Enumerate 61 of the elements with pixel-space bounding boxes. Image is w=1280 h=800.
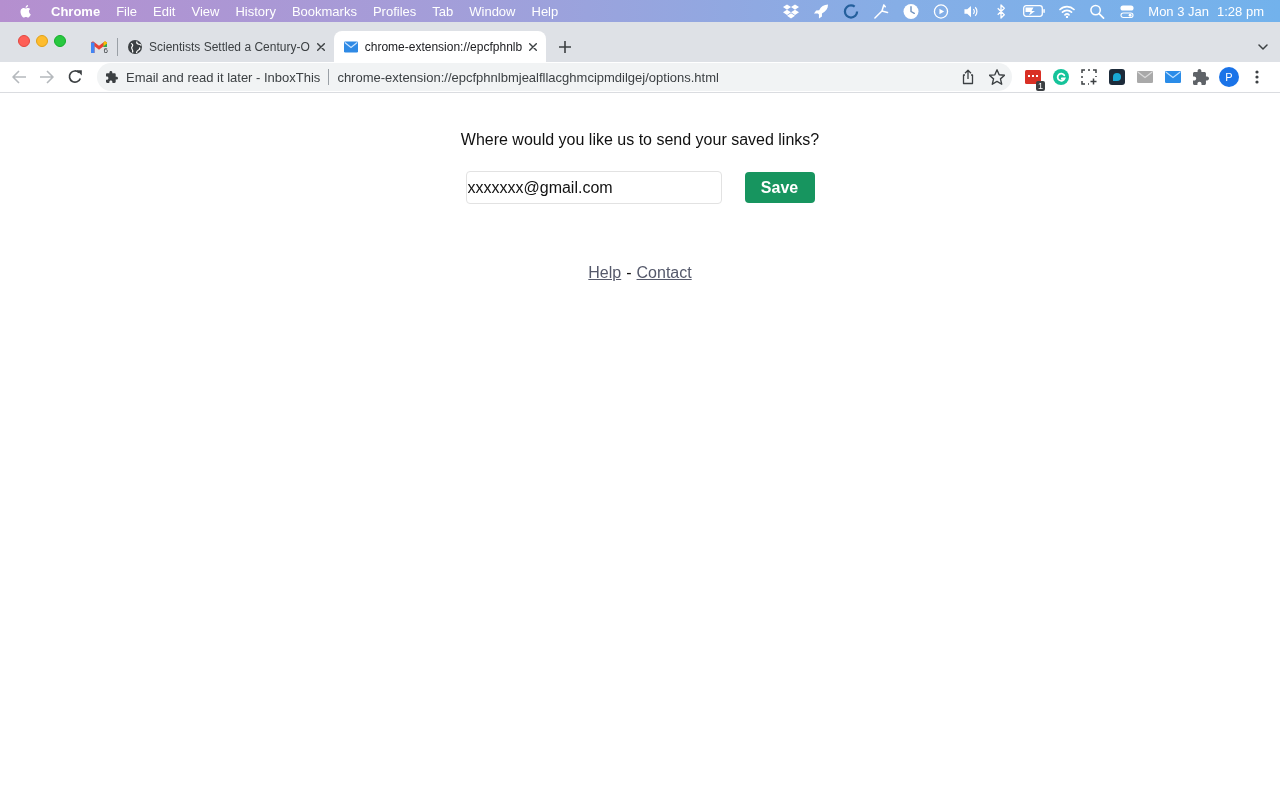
- close-window-button[interactable]: [18, 35, 30, 47]
- envelope-icon: [343, 39, 358, 54]
- new-tab-icon[interactable]: [559, 40, 572, 53]
- email-input[interactable]: xxxxxxx@gmail.com: [465, 171, 722, 204]
- selection-plus-icon[interactable]: [1081, 69, 1097, 85]
- url-text: chrome-extension://epcfphnlbmjealfllacghmcipmdilgej/options.html: [337, 69, 719, 85]
- wifi-icon[interactable]: [1059, 3, 1076, 19]
- kebab-menu-icon[interactable]: [1255, 70, 1259, 84]
- envelope-icon[interactable]: [1137, 69, 1153, 85]
- close-icon[interactable]: [529, 42, 538, 51]
- volume-icon[interactable]: [963, 3, 980, 19]
- menu-bar-date[interactable]: Mon 3 Jan: [1148, 3, 1209, 19]
- clock-icon[interactable]: [903, 3, 920, 19]
- menu-item[interactable]: History: [235, 3, 276, 19]
- battery-icon[interactable]: [1023, 5, 1046, 17]
- profile-avatar[interactable]: P: [1219, 67, 1239, 87]
- menu-item[interactable]: Edit: [153, 3, 176, 19]
- zoom-window-button[interactable]: [54, 35, 66, 47]
- bookmark-star-icon[interactable]: [989, 69, 1005, 85]
- chevron-down-icon[interactable]: [1258, 43, 1268, 50]
- envelope-icon[interactable]: [1165, 69, 1181, 85]
- browser-tab[interactable]: Scientists Settled a Century-O: [118, 31, 334, 62]
- extension-badge: 1: [1036, 81, 1045, 91]
- menu-item[interactable]: Help: [531, 3, 559, 19]
- footer-link[interactable]: Contact: [636, 263, 692, 283]
- menu-bar-time[interactable]: 1:28 pm: [1217, 3, 1264, 19]
- search-icon[interactable]: [1089, 3, 1106, 19]
- menu-item[interactable]: Profiles: [372, 3, 417, 19]
- footer-link[interactable]: Help: [588, 263, 622, 283]
- dotted-tile-icon[interactable]: [1025, 69, 1041, 85]
- ring-icon[interactable]: [843, 3, 860, 19]
- browser-tab[interactable]: chrome-extension://epcfphnlb: [333, 31, 547, 62]
- save-button[interactable]: Save: [744, 172, 815, 203]
- envelope-m-icon: [90, 40, 107, 53]
- globe-icon: [128, 39, 142, 54]
- tool-icon[interactable]: [873, 3, 890, 19]
- pinned-tab[interactable]: 6: [80, 31, 117, 62]
- circle-arc-icon[interactable]: [1053, 69, 1069, 85]
- puzzle-icon: [106, 71, 118, 83]
- menu-item[interactable]: Tab: [432, 3, 454, 19]
- toggles-icon[interactable]: [1119, 3, 1136, 19]
- puzzle-icon[interactable]: [1193, 69, 1209, 85]
- link-separator: -: [626, 263, 632, 283]
- boxes-icon[interactable]: [783, 3, 800, 19]
- menu-item[interactable]: Bookmarks: [291, 3, 357, 19]
- menu-item[interactable]: View: [191, 3, 220, 19]
- rocket-icon[interactable]: [813, 3, 830, 19]
- app-tile-icon[interactable]: [1109, 69, 1125, 85]
- reload-icon[interactable]: [67, 69, 83, 85]
- tab-badge: 6: [102, 47, 109, 55]
- share-icon[interactable]: [960, 69, 976, 85]
- prompt-text: Where would you like us to send your saved links?: [460, 130, 820, 150]
- app-menu[interactable]: Chrome: [51, 3, 101, 19]
- address-bar[interactable]: Email and read it later - InboxThis chrome-extension://epcfphnlbmjealfllacghmcipmdilgej/options.html: [97, 63, 1012, 91]
- site-name: Email and read it later - InboxThis: [126, 69, 321, 85]
- menu-item[interactable]: File: [116, 3, 138, 19]
- close-icon[interactable]: [316, 42, 325, 51]
- minimize-window-button[interactable]: [36, 35, 48, 47]
- apple-icon[interactable]: [19, 4, 31, 18]
- play-circle-icon[interactable]: [933, 3, 950, 19]
- menu-item[interactable]: Window: [469, 3, 516, 19]
